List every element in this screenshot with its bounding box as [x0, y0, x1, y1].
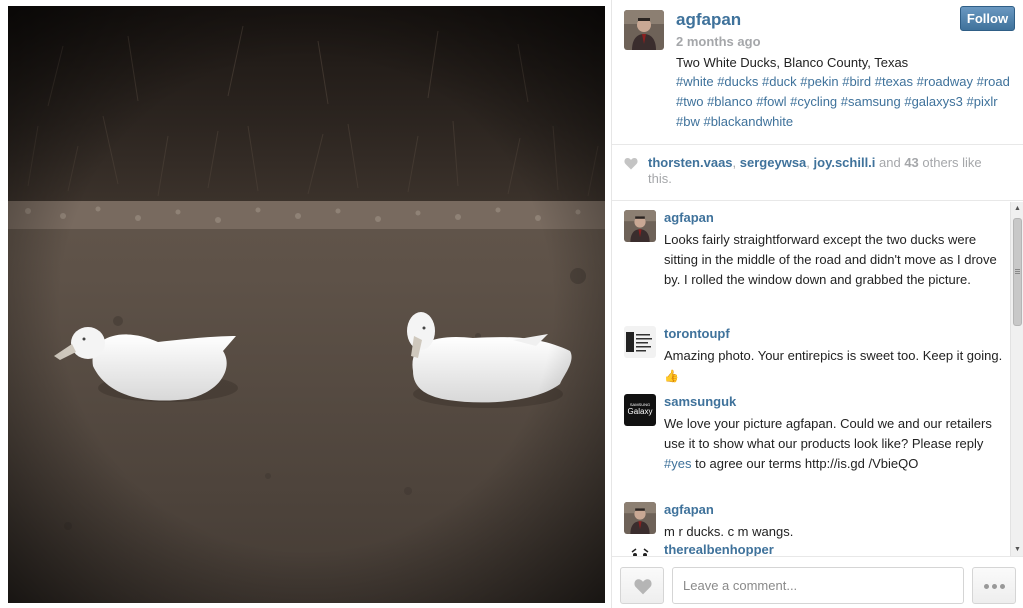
like-button[interactable]: [620, 567, 664, 604]
scrollbar-thumb[interactable]: [1013, 218, 1022, 326]
scroll-up-arrow-icon[interactable]: ▲: [1013, 204, 1022, 213]
likes-count[interactable]: 43: [904, 155, 918, 170]
heart-icon: [624, 158, 638, 170]
liker-user[interactable]: thorsten.vaas: [648, 155, 733, 170]
owner-avatar[interactable]: [624, 10, 664, 50]
comment-username[interactable]: torontoupf: [664, 326, 730, 341]
comment-username[interactable]: samsunguk: [664, 394, 736, 409]
dot-icon: [992, 584, 997, 589]
grip-icon: [1015, 269, 1020, 275]
thumbs-up-icon: 👍: [664, 369, 679, 383]
post-header: agfapan 2 months ago Two White Ducks, Bl…: [612, 0, 1023, 145]
post-window: agfapan 2 months ago Two White Ducks, Bl…: [0, 0, 1023, 608]
liker-user[interactable]: sergeywsa: [740, 155, 807, 170]
comment-item: therealbenhopper: [612, 534, 1010, 556]
likes-separator: ,: [732, 155, 740, 170]
likes-separator: ,: [806, 155, 814, 170]
likes-and: and: [875, 155, 905, 170]
comment-username[interactable]: agfapan: [664, 210, 714, 225]
comment-body-end: to agree our terms http://is.gd /VbieQO: [691, 456, 919, 471]
comment-item: agfapan Looks fairly straightforward exc…: [612, 202, 1010, 312]
comments-scrollbar[interactable]: ▲ ▼: [1010, 202, 1023, 556]
commenter-avatar[interactable]: [624, 502, 656, 534]
comment-body: We love your picture agfapan. Could we a…: [664, 416, 992, 451]
dot-icon: [984, 584, 989, 589]
likes-text: thorsten.vaas, sergeywsa, joy.schill.i a…: [648, 155, 998, 187]
post-caption: Two White Ducks, Blanco County, Texas: [676, 55, 909, 70]
comment-body: Amazing photo. Your entirepics is sweet …: [664, 348, 1003, 363]
comment-item: SAMSUNG Galaxy samsunguk We love your pi…: [612, 386, 1010, 490]
dot-icon: [1000, 584, 1005, 589]
comment-text: We love your picture agfapan. Could we a…: [664, 414, 1004, 474]
owner-username[interactable]: agfapan: [676, 10, 741, 30]
heart-icon: [634, 579, 652, 595]
comment-input[interactable]: [672, 567, 964, 604]
commenter-avatar[interactable]: SAMSUNG Galaxy: [624, 394, 656, 426]
comment-item: torontoupf Amazing photo. Your entirepic…: [612, 318, 1010, 383]
comment-text: Amazing photo. Your entirepics is sweet …: [664, 346, 1004, 386]
commenter-avatar[interactable]: [624, 542, 656, 556]
likes-section: thorsten.vaas, sergeywsa, joy.schill.i a…: [612, 145, 1023, 201]
hashtag-link[interactable]: #yes: [664, 456, 691, 471]
more-options-button[interactable]: [972, 567, 1016, 604]
ducks-photo-image: [8, 6, 605, 603]
comment-text: Looks fairly straightforward except the …: [664, 232, 997, 287]
comment-username[interactable]: therealbenhopper: [664, 542, 774, 556]
avatar-brand: Galaxy: [627, 407, 653, 416]
post-photo[interactable]: [8, 6, 605, 603]
comment-username[interactable]: agfapan: [664, 502, 714, 517]
comments-list[interactable]: agfapan Looks fairly straightforward exc…: [612, 202, 1010, 556]
follow-button[interactable]: Follow: [960, 6, 1015, 31]
comment-footer: [612, 556, 1023, 608]
scroll-down-arrow-icon[interactable]: ▼: [1013, 545, 1022, 554]
liker-user[interactable]: joy.schill.i: [814, 155, 876, 170]
comment-item: agfapan m r ducks. c m wangs.: [612, 494, 1010, 539]
commenter-avatar[interactable]: [624, 210, 656, 242]
commenter-avatar[interactable]: [624, 326, 656, 358]
post-timestamp[interactable]: 2 months ago: [676, 34, 761, 49]
post-hashtags[interactable]: #white #ducks #duck #pekin #bird #texas …: [676, 72, 1021, 132]
